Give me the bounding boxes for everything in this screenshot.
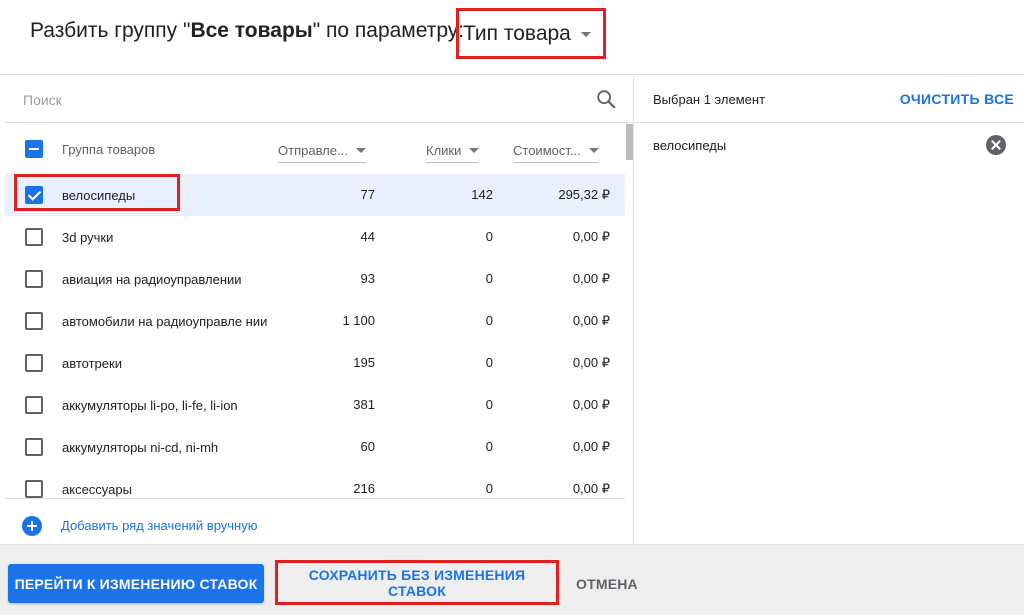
row-checkbox[interactable]	[25, 438, 43, 456]
row-checkbox[interactable]	[25, 354, 43, 372]
title-prefix: Разбить группу "	[30, 19, 191, 42]
scrollbar-thumb[interactable]	[626, 124, 633, 160]
selected-count: Выбран 1 элемент	[653, 92, 766, 107]
selected-item-label: велосипеды	[653, 138, 727, 153]
caret-down-icon	[355, 148, 366, 153]
add-values-manually-link[interactable]: Добавить ряд значений вручную	[61, 518, 257, 533]
row-clicks: 0	[485, 271, 493, 286]
dialog-footer: ПЕРЕЙТИ К ИЗМЕНЕНИЮ СТАВОК СОХРАНИТЬ БЕЗ…	[0, 544, 1024, 615]
row-cost: 0,00 ₽	[572, 271, 610, 286]
caret-down-icon	[469, 148, 480, 153]
search-input[interactable]	[23, 88, 543, 112]
chevron-down-icon	[580, 32, 591, 37]
row-sent: 381	[353, 397, 375, 412]
row-group-name: авиация на радиоуправлении	[62, 271, 242, 287]
product-group-panel: Группа товаров Отправле... Клики Стоимос…	[5, 76, 634, 544]
remove-circle-icon[interactable]	[986, 135, 1006, 155]
go-to-bid-changes-button[interactable]: ПЕРЕЙТИ К ИЗМЕНЕНИЮ СТАВОК	[8, 564, 264, 603]
row-clicks: 0	[485, 229, 493, 244]
row-sent: 195	[353, 355, 375, 370]
select-all-checkbox[interactable]	[25, 140, 43, 158]
row-checkbox[interactable]	[25, 270, 43, 288]
parameter-dropdown-value: Тип товара	[463, 21, 571, 45]
search-icon[interactable]	[595, 88, 617, 110]
row-sent: 60	[360, 439, 375, 454]
row-cost: 0,00 ₽	[572, 439, 610, 454]
row-checkbox[interactable]	[25, 480, 43, 498]
column-header-clicks[interactable]: Клики	[426, 124, 494, 174]
row-checkbox[interactable]	[25, 186, 43, 204]
table-body: велосипеды 77 142 295,32 ₽ 3d ручки 44 0 0,00 ₽…	[5, 174, 625, 498]
selection-header: Выбран 1 элемент ОЧИСТИТЬ ВСЕ	[635, 76, 1024, 123]
row-clicks: 0	[485, 355, 493, 370]
table-row[interactable]: аксессуары 216 0 0,00 ₽	[5, 468, 625, 498]
selection-panel: Выбран 1 элемент ОЧИСТИТЬ ВСЕ велосипеды	[635, 76, 1024, 544]
column-header-sent[interactable]: Отправле...	[278, 124, 376, 174]
save-without-bid-changes-button[interactable]: СОХРАНИТЬ БЕЗ ИЗМЕНЕНИЯ СТАВОК	[278, 563, 556, 602]
column-header-cost[interactable]: Стоимост...	[513, 124, 611, 174]
selected-item: велосипеды	[635, 124, 1024, 166]
table-row[interactable]: аккумуляторы ni-cd, ni-mh 60 0 0,00 ₽	[5, 426, 625, 468]
cancel-button[interactable]: ОТМЕНА	[568, 564, 648, 603]
row-cost: 0,00 ₽	[572, 355, 610, 370]
dialog-header: Разбить группу "Все товары" по параметру…	[0, 0, 1024, 75]
row-group-name: аккумуляторы li-po, li-fe, li-ion	[62, 397, 238, 413]
row-clicks: 142	[471, 187, 493, 202]
caret-down-icon	[588, 148, 599, 153]
table-row[interactable]: велосипеды 77 142 295,32 ₽	[5, 174, 625, 216]
row-sent: 93	[360, 271, 375, 286]
row-sent: 77	[360, 187, 375, 202]
row-group-name: велосипеды	[62, 187, 136, 203]
row-group-name: автомобили на радиоуправле нии	[62, 313, 268, 329]
row-checkbox[interactable]	[25, 228, 43, 246]
column-header-group: Группа товаров	[62, 141, 156, 157]
row-group-name: аксессуары	[62, 481, 132, 497]
row-clicks: 0	[485, 481, 493, 496]
row-checkbox[interactable]	[25, 312, 43, 330]
table-row[interactable]: аккумуляторы li-po, li-fe, li-ion 381 0 0,0…	[5, 384, 625, 426]
row-cost: 0,00 ₽	[572, 229, 610, 244]
table-row[interactable]: автотреки 195 0 0,00 ₽	[5, 342, 625, 384]
clear-all-button[interactable]: ОЧИСТИТЬ ВСЕ	[900, 91, 1014, 107]
table-row[interactable]: авиация на радиоуправлении 93 0 0,00 ₽	[5, 258, 625, 300]
row-clicks: 0	[485, 397, 493, 412]
add-circle-icon[interactable]	[22, 516, 42, 536]
row-cost: 295,32 ₽	[558, 187, 610, 202]
row-group-name: аккумуляторы ni-cd, ni-mh	[62, 439, 219, 455]
group-name: Все товары	[190, 19, 313, 42]
table-row[interactable]: автомобили на радиоуправле нии 1 100 0 0,00…	[5, 300, 625, 342]
row-sent: 44	[360, 229, 375, 244]
row-clicks: 0	[485, 439, 493, 454]
row-cost: 0,00 ₽	[572, 313, 610, 328]
row-group-name: автотреки	[62, 355, 122, 371]
table-scrollbar[interactable]	[625, 124, 634, 544]
row-cost: 0,00 ₽	[572, 481, 610, 496]
save-button-highlight: СОХРАНИТЬ БЕЗ ИЗМЕНЕНИЯ СТАВОК	[275, 560, 559, 605]
row-group-name: 3d ручки	[62, 229, 114, 245]
search-bar	[5, 76, 634, 123]
dialog-title: Разбить группу "Все товары" по параметру…	[30, 19, 464, 43]
add-values-row: Добавить ряд значений вручную	[5, 498, 625, 544]
parameter-dropdown[interactable]: Тип товара	[456, 8, 606, 59]
row-clicks: 0	[485, 313, 493, 328]
title-suffix: " по параметру:	[312, 19, 465, 42]
table-row[interactable]: 3d ручки 44 0 0,00 ₽	[5, 216, 625, 258]
table-header: Группа товаров Отправле... Клики Стоимос…	[5, 124, 625, 174]
row-sent: 1 100	[342, 313, 375, 328]
row-sent: 216	[353, 481, 375, 496]
row-checkbox[interactable]	[25, 396, 43, 414]
row-cost: 0,00 ₽	[572, 397, 610, 412]
